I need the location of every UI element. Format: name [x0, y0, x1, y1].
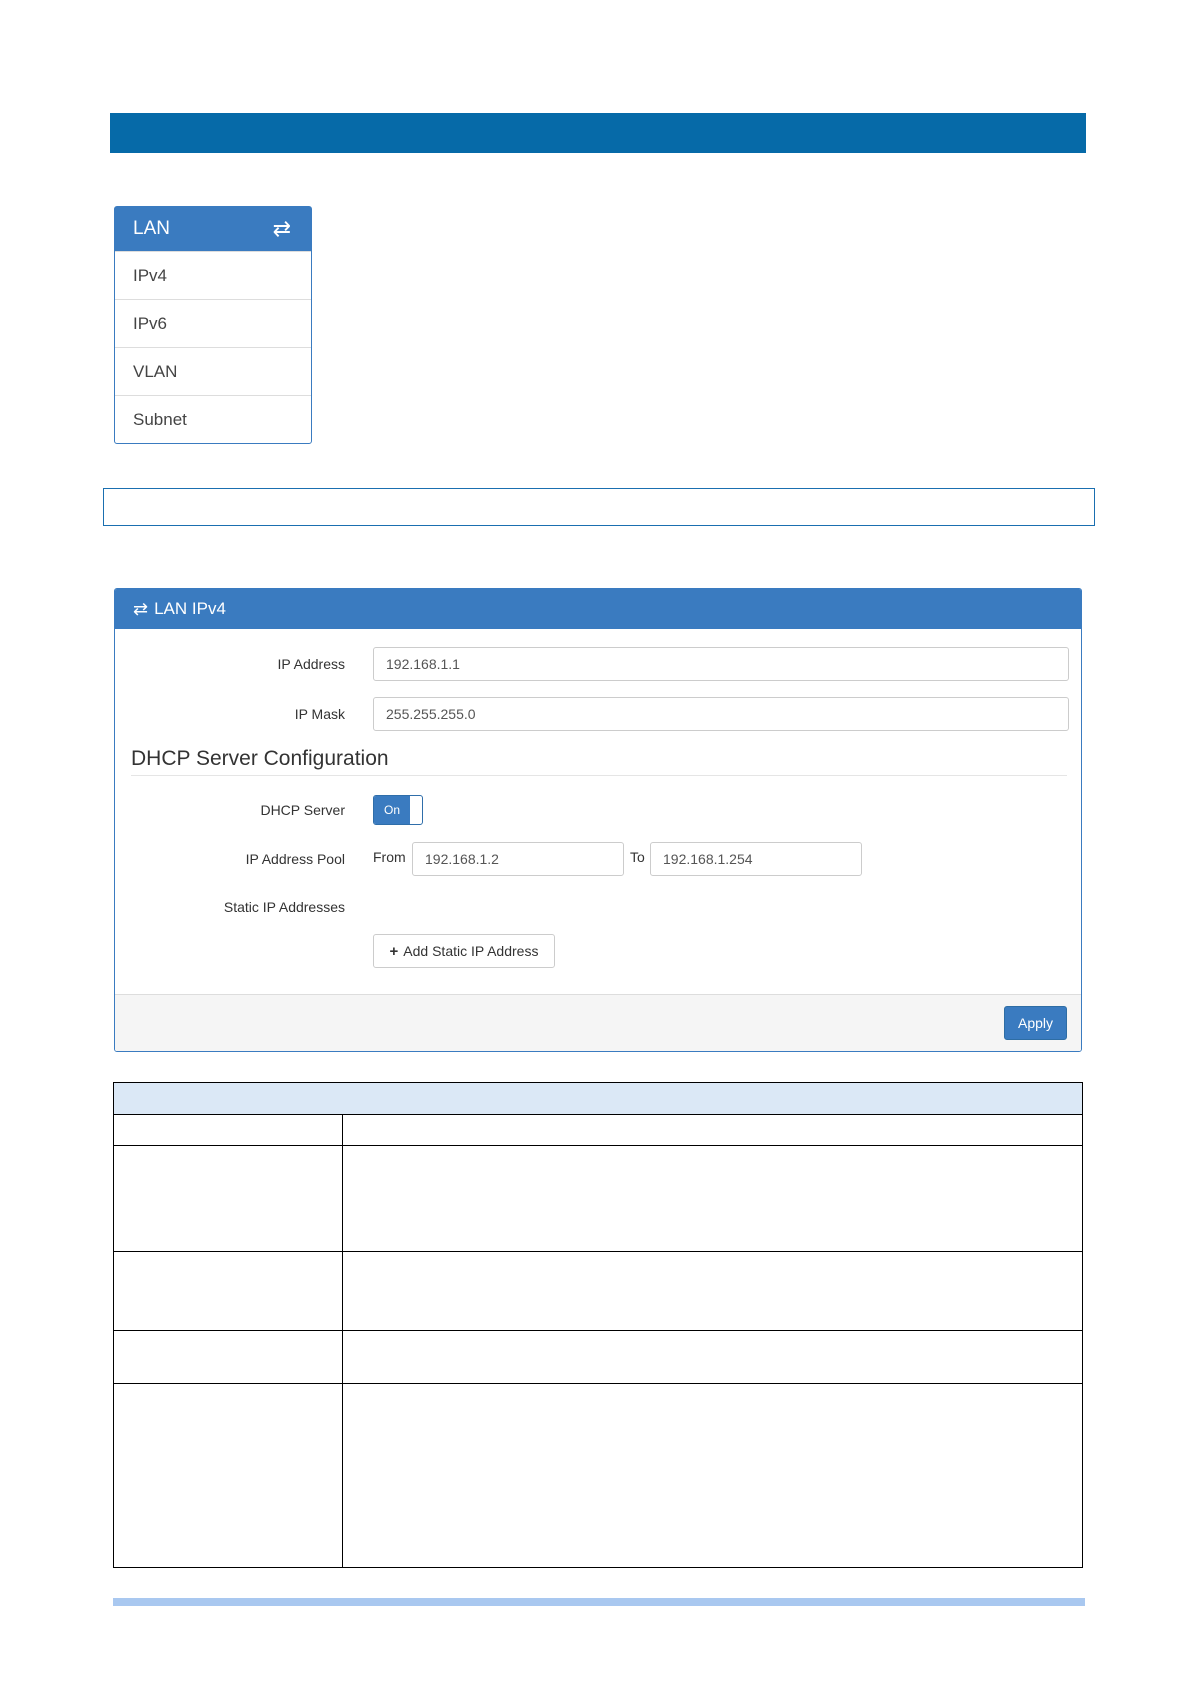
menu-item-label: IPv6 [133, 313, 168, 333]
caption-box [103, 488, 1095, 526]
table-row [113, 1114, 1083, 1146]
transfer-icon: ⇄ [272, 216, 291, 241]
dhcp-server-row: DHCP Server [115, 795, 345, 825]
table-row [113, 1330, 1083, 1384]
table-cell [342, 1114, 1083, 1146]
ip-mask-row: IP Mask [115, 697, 345, 731]
menu-item-subnet[interactable]: Subnet [115, 395, 311, 443]
table-cell [113, 1383, 343, 1568]
table-row [113, 1251, 1083, 1331]
dhcp-server-label: DHCP Server [260, 802, 345, 818]
table-cell [342, 1145, 1083, 1252]
panel-footer: Apply [115, 994, 1081, 1051]
apply-button[interactable]: Apply [1004, 1006, 1067, 1040]
footer-strip [113, 1598, 1085, 1606]
menu-item-vlan[interactable]: VLAN [115, 347, 311, 395]
table-cell [113, 1145, 343, 1252]
table-row [113, 1145, 1083, 1252]
page-header-bar [110, 113, 1086, 153]
menu-item-label: IPv4 [133, 265, 168, 285]
panel-header: ⇄ LAN IPv4 [115, 589, 1081, 629]
pool-row: IP Address Pool [115, 842, 345, 876]
add-static-ip-button[interactable]: + Add Static IP Address [373, 934, 555, 968]
dhcp-server-toggle[interactable]: On [373, 795, 423, 825]
ip-address-label: IP Address [277, 656, 345, 672]
dhcp-section-title: DHCP Server Configuration [131, 747, 389, 770]
menu-item-label: VLAN [133, 361, 178, 381]
lan-ipv4-panel: ⇄ LAN IPv4 IP Address 192.168.1.1 IP Mas… [114, 588, 1082, 1052]
lan-menu-header: LAN ⇄ [115, 207, 311, 251]
menu-item-label: Subnet [133, 409, 187, 429]
table-cell [113, 1251, 343, 1331]
pool-to-label: To [630, 849, 645, 865]
description-table [113, 1082, 1083, 1568]
panel-title: LAN IPv4 [154, 599, 226, 618]
add-static-ip-label: Add Static IP Address [403, 943, 539, 959]
ip-mask-label: IP Mask [294, 706, 345, 722]
table-header-cell [113, 1082, 1083, 1115]
table-cell [342, 1383, 1083, 1568]
pool-from-label: From [373, 849, 406, 865]
ip-address-row: IP Address [115, 647, 345, 681]
table-row [113, 1383, 1083, 1568]
table-cell [342, 1330, 1083, 1384]
section-divider [131, 775, 1067, 776]
lan-menu: LAN ⇄ IPv4 IPv6 VLAN Subnet [114, 206, 312, 444]
plus-icon: + [389, 942, 399, 960]
lan-menu-title: LAN [133, 218, 170, 239]
static-row: Static IP Addresses [115, 892, 345, 922]
table-cell [113, 1330, 343, 1384]
table-cell [113, 1114, 343, 1146]
ip-address-input[interactable]: 192.168.1.1 [373, 647, 1069, 681]
pool-to-input[interactable]: 192.168.1.254 [650, 842, 862, 876]
ip-mask-input[interactable]: 255.255.255.0 [373, 697, 1069, 731]
transfer-icon: ⇄ [133, 598, 149, 619]
pool-from-input[interactable]: 192.168.1.2 [412, 842, 624, 876]
static-label: Static IP Addresses [223, 899, 345, 915]
menu-item-ipv6[interactable]: IPv6 [115, 299, 311, 347]
toggle-on-label: On [374, 796, 410, 824]
pool-label: IP Address Pool [245, 851, 345, 867]
table-cell [342, 1251, 1083, 1331]
menu-item-ipv4[interactable]: IPv4 [115, 251, 311, 299]
table-header-row [113, 1082, 1083, 1115]
